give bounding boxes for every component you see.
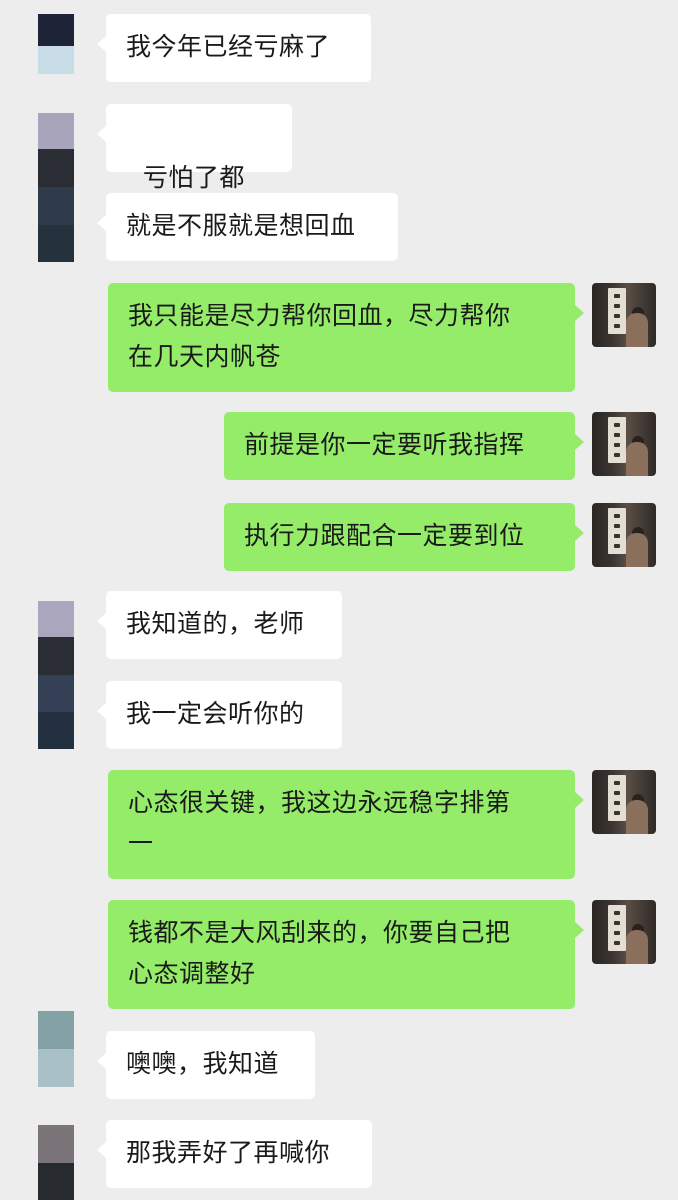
self-avatar[interactable] <box>592 503 656 567</box>
self-avatar[interactable] <box>592 900 656 964</box>
person-icon <box>626 800 648 834</box>
incoming-message-bubble[interactable]: 就是不服就是想回血 <box>97 193 398 261</box>
outgoing-message-bubble[interactable]: 执行力跟配合一定要到位 <box>224 503 584 571</box>
self-avatar[interactable] <box>592 770 656 834</box>
outgoing-message-bubble[interactable]: 心态很关键，我这边永远稳字排第 一 <box>108 770 584 879</box>
calligraphy-scroll-icon <box>608 288 626 334</box>
incoming-message-bubble[interactable]: 噢噢，我知道 <box>97 1031 315 1099</box>
calligraphy-scroll-icon <box>608 905 626 951</box>
calligraphy-scroll-icon <box>608 508 626 554</box>
contact-avatar[interactable] <box>38 1125 74 1200</box>
outgoing-message-bubble[interactable]: 我只能是尽力帮你回血，尽力帮你 在几天内帆苍 <box>108 283 584 392</box>
person-icon <box>626 313 648 347</box>
outgoing-message-bubble[interactable]: 前提是你一定要听我指挥 <box>224 412 584 480</box>
person-icon <box>626 442 648 476</box>
incoming-message-bubble[interactable]: 那我弄好了再喊你 <box>97 1120 372 1188</box>
contact-avatar[interactable] <box>38 113 74 262</box>
contact-avatar[interactable] <box>38 1011 74 1087</box>
contact-avatar[interactable] <box>38 601 74 749</box>
incoming-message-bubble[interactable]: 亏怕了都 <box>97 104 292 232</box>
contact-avatar[interactable] <box>38 14 74 74</box>
self-avatar[interactable] <box>592 283 656 347</box>
outgoing-message-bubble[interactable]: 钱都不是大风刮来的，你要自己把 心态调整好 <box>108 900 584 1009</box>
incoming-message-bubble[interactable]: 我知道的，老师 <box>97 591 342 659</box>
message-text: 亏怕了都 <box>142 163 245 192</box>
person-icon <box>626 930 648 964</box>
calligraphy-scroll-icon <box>608 775 626 821</box>
incoming-message-bubble[interactable]: 我一定会听你的 <box>97 681 342 749</box>
person-icon <box>626 533 648 567</box>
incoming-message-bubble[interactable]: 我今年已经亏麻了 <box>97 14 371 82</box>
calligraphy-scroll-icon <box>608 417 626 463</box>
self-avatar[interactable] <box>592 412 656 476</box>
